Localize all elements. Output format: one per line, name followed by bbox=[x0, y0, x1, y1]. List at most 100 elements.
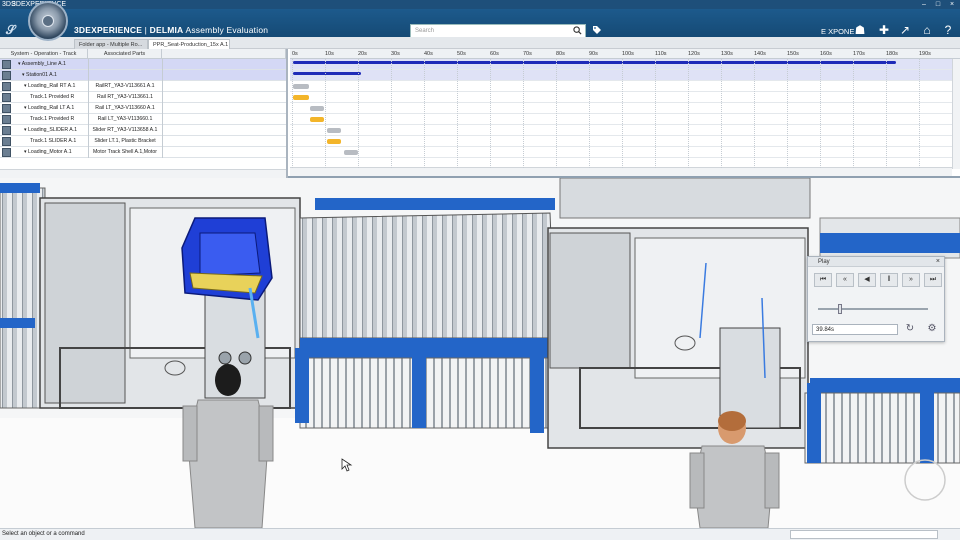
gantt-row[interactable]: Track.1 Provided R Rail LT_YA3-V113660.1 bbox=[0, 114, 286, 125]
help-icon[interactable]: ? bbox=[941, 23, 955, 37]
gantt-row[interactable]: ▾ Loading_Rail LT A.1 Rail LT_YA3-V113660… bbox=[0, 103, 286, 114]
close-icon[interactable]: × bbox=[936, 257, 940, 267]
timeline-gridline bbox=[490, 59, 491, 168]
operation-name: Track.1 Provided R bbox=[30, 94, 75, 100]
timeline-tick-label: 190s bbox=[919, 51, 931, 57]
step-back-button[interactable]: « bbox=[836, 273, 854, 287]
timeline-bar[interactable] bbox=[310, 117, 324, 122]
timeline-tick-label: 90s bbox=[589, 51, 598, 57]
title-separator: | bbox=[144, 25, 148, 35]
app-title: 3DEXPERIENCE | DELMIA Assembly Evaluatio… bbox=[74, 25, 268, 35]
timeline-bar[interactable] bbox=[327, 139, 341, 144]
3d-viewport[interactable]: Play × ⏮ « ◀ ‖ » ⏭ 39.84s ↻ ⚙ bbox=[0, 178, 960, 528]
column-divider bbox=[88, 103, 89, 114]
operation-icon bbox=[2, 60, 11, 69]
column-divider bbox=[162, 70, 163, 81]
gantt-row[interactable]: ▾ Assembly_Line A.1 bbox=[0, 59, 286, 70]
loop-icon[interactable]: ↻ bbox=[902, 322, 918, 337]
current-time-field[interactable]: 39.84s bbox=[812, 324, 898, 335]
window-logo: 3DS bbox=[2, 1, 16, 8]
close-window-icon[interactable]: × bbox=[946, 0, 958, 9]
column-divider bbox=[88, 92, 89, 103]
timeline-gridline bbox=[457, 59, 458, 168]
timeline-tick-label: 180s bbox=[886, 51, 898, 57]
assembly-scene[interactable] bbox=[0, 178, 960, 528]
time-slider-knob[interactable] bbox=[837, 304, 842, 314]
timeline-bar[interactable] bbox=[327, 128, 341, 133]
operation-icon bbox=[2, 137, 11, 146]
ds-brand-logo: 𝒮 bbox=[6, 23, 16, 37]
step-forward-button[interactable]: » bbox=[902, 273, 920, 287]
timeline-tick-label: 50s bbox=[457, 51, 466, 57]
timeline-tick-label: 110s bbox=[655, 51, 667, 57]
skip-to-start-button[interactable]: ⏮ bbox=[814, 273, 832, 287]
timeline-bar[interactable] bbox=[293, 60, 896, 64]
gantt-row[interactable]: Track.1 SLIDER A.1 Slider LT.1, Plastic B… bbox=[0, 136, 286, 147]
skip-to-end-button[interactable]: ⏭ bbox=[924, 273, 942, 287]
operation-name: Track.1 Provided R bbox=[30, 116, 75, 122]
module-name: Assembly Evaluation bbox=[185, 25, 269, 35]
column-divider bbox=[88, 125, 89, 136]
minimize-icon[interactable]: – bbox=[918, 0, 930, 9]
column-divider bbox=[162, 147, 163, 158]
gantt-row[interactable]: ▾ Loading_SLIDER A.1 Slider RT_YA3-V11365… bbox=[0, 125, 286, 136]
timeline-gridline bbox=[787, 59, 788, 168]
timeline-gridline bbox=[556, 59, 557, 168]
search-icon[interactable] bbox=[573, 26, 582, 35]
user-name[interactable]: E XPONE bbox=[821, 27, 854, 36]
column-divider bbox=[162, 114, 163, 125]
associated-part: Rail LT_YA3-V113660.1 bbox=[97, 116, 153, 122]
add-icon[interactable]: ✚ bbox=[877, 23, 891, 37]
time-slider[interactable] bbox=[818, 304, 928, 314]
pause-button[interactable]: ‖ bbox=[880, 273, 898, 287]
column-divider bbox=[162, 81, 163, 92]
timeline-gridline bbox=[523, 59, 524, 168]
settings-gear-icon[interactable]: ⚙ bbox=[924, 322, 940, 337]
gantt-row[interactable]: ▾ Loading_Motor A.1 Motor Track Shell A.1… bbox=[0, 147, 286, 158]
gantt-row[interactable]: ▾ Loading_Rail RT A.1 RailRT_YA3-V113661 … bbox=[0, 81, 286, 92]
play-backward-button[interactable]: ◀ bbox=[858, 273, 876, 287]
timeline-vertical-scrollbar[interactable] bbox=[952, 59, 960, 169]
column-divider bbox=[88, 147, 89, 158]
tree-horizontal-scrollbar[interactable] bbox=[0, 169, 286, 178]
column-divider bbox=[88, 59, 89, 70]
share-icon[interactable]: ↗ bbox=[898, 23, 912, 37]
search-placeholder: Search bbox=[415, 28, 435, 34]
tab-ppr-seat-production[interactable]: PPR_Seat-Production_15x A.1 bbox=[148, 39, 230, 49]
play-panel-title[interactable]: Play bbox=[808, 257, 944, 267]
top-bar: 𝒮 3DEXPERIENCE | DELMIA Assembly Evaluat… bbox=[0, 9, 960, 38]
tab-folder-app[interactable]: Folder app - Multiple Ro... bbox=[74, 39, 148, 49]
timeline-bar[interactable] bbox=[344, 150, 358, 155]
timeline-bar[interactable] bbox=[293, 84, 309, 89]
operation-name: ▾ Station01 A.1 bbox=[22, 72, 57, 78]
timeline-bar[interactable] bbox=[293, 71, 361, 75]
operation-icon bbox=[2, 126, 11, 135]
user-avatar-icon[interactable]: ☗ bbox=[853, 23, 867, 37]
home-icon[interactable]: ⌂ bbox=[920, 23, 934, 37]
column-divider bbox=[162, 92, 163, 103]
operation-name: ▾ Loading_SLIDER A.1 bbox=[24, 127, 78, 133]
operation-icon bbox=[2, 115, 11, 124]
compass-icon[interactable] bbox=[28, 1, 68, 41]
command-input[interactable] bbox=[790, 530, 938, 539]
maximize-icon[interactable]: □ bbox=[932, 0, 944, 9]
timeline-bar[interactable] bbox=[310, 106, 324, 111]
column-header-system[interactable]: System - Operation - Track bbox=[0, 49, 88, 59]
column-divider bbox=[88, 81, 89, 92]
timeline-horizontal-scrollbar[interactable] bbox=[290, 167, 952, 176]
timeline-tick-label: 170s bbox=[853, 51, 865, 57]
gantt-row[interactable]: Track.1 Provided R Rail RT_YA3-V113661.1 bbox=[0, 92, 286, 103]
timeline-tick-label: 10s bbox=[325, 51, 334, 57]
gantt-row[interactable]: ▾ Station01 A.1 bbox=[0, 70, 286, 81]
column-divider bbox=[162, 136, 163, 147]
timeline-gridline bbox=[358, 59, 359, 168]
column-header-parts[interactable]: Associated Parts bbox=[88, 49, 162, 59]
timeline-tick-label: 80s bbox=[556, 51, 565, 57]
associated-part: Slider LT.1, Plastic Bracket bbox=[94, 138, 156, 144]
timeline-bar[interactable] bbox=[293, 95, 309, 100]
search-input[interactable]: Search bbox=[410, 24, 586, 38]
timeline-gridline bbox=[721, 59, 722, 168]
timeline-tick-label: 30s bbox=[391, 51, 400, 57]
timeline-gridline bbox=[391, 59, 392, 168]
tag-icon[interactable] bbox=[592, 25, 602, 35]
